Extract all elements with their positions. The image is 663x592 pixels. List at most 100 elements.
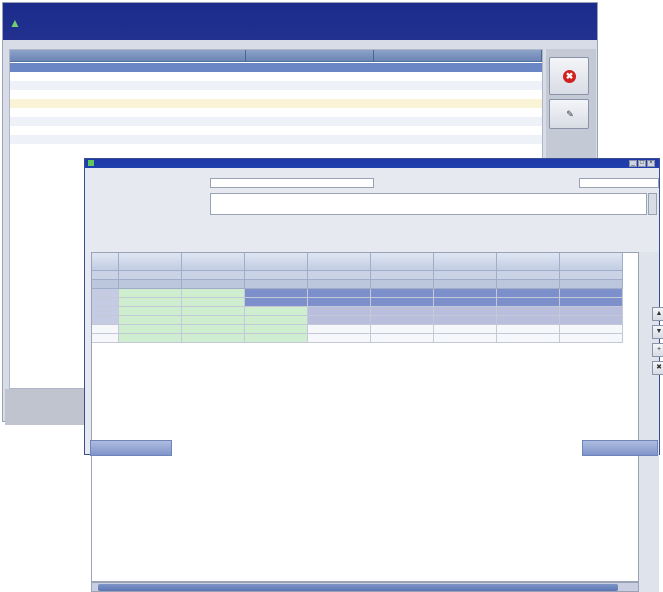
grid-cell[interactable] xyxy=(245,334,308,343)
grid-cell[interactable] xyxy=(308,334,371,343)
grid-cell[interactable] xyxy=(560,325,623,334)
grid-cell[interactable] xyxy=(308,307,371,316)
grid-cell[interactable] xyxy=(434,298,497,307)
grid-cell[interactable] xyxy=(119,325,182,334)
column-param[interactable] xyxy=(119,280,182,289)
grid-cell[interactable] xyxy=(245,289,308,298)
column-subheader[interactable] xyxy=(308,271,371,280)
column-date-header[interactable] xyxy=(246,50,374,62)
edit-button[interactable]: ✎ xyxy=(549,99,589,129)
grid-cell[interactable] xyxy=(497,307,560,316)
grid-cell[interactable] xyxy=(182,298,245,307)
grid-cell[interactable] xyxy=(308,289,371,298)
column-header[interactable] xyxy=(371,253,434,271)
column-subheader[interactable] xyxy=(92,271,119,280)
grid-cell[interactable] xyxy=(92,316,119,325)
description-scrollbar[interactable] xyxy=(648,193,657,215)
grid-cell[interactable] xyxy=(245,325,308,334)
column-subheader[interactable] xyxy=(434,271,497,280)
save-button[interactable] xyxy=(90,440,172,456)
operations-grid[interactable] xyxy=(91,252,639,582)
column-param[interactable] xyxy=(497,280,560,289)
move-down-button[interactable]: ▼ xyxy=(652,325,663,339)
delete-button[interactable]: ✖ xyxy=(549,57,589,95)
grid-cell[interactable] xyxy=(434,289,497,298)
vertical-scrollbar[interactable] xyxy=(639,252,647,592)
grid-cell[interactable] xyxy=(371,325,434,334)
grid-cell[interactable] xyxy=(182,325,245,334)
move-up-button[interactable]: ▲ xyxy=(652,307,663,321)
grid-cell[interactable] xyxy=(560,298,623,307)
grid-cell[interactable] xyxy=(560,316,623,325)
column-header[interactable] xyxy=(560,253,623,271)
column-subheader[interactable] xyxy=(371,271,434,280)
column-name-header[interactable] xyxy=(10,50,246,62)
horizontal-scrollbar[interactable] xyxy=(91,582,639,592)
name-field[interactable] xyxy=(210,178,374,188)
grid-cell[interactable] xyxy=(371,334,434,343)
scroll-thumb[interactable] xyxy=(98,584,618,591)
column-param[interactable] xyxy=(245,280,308,289)
column-subheader[interactable] xyxy=(119,271,182,280)
column-param[interactable] xyxy=(560,280,623,289)
grid-cell[interactable] xyxy=(245,298,308,307)
grid-cell[interactable] xyxy=(182,316,245,325)
grid-cell[interactable] xyxy=(434,316,497,325)
date-field[interactable] xyxy=(579,178,659,188)
grid-cell[interactable] xyxy=(182,289,245,298)
grid-cell[interactable] xyxy=(497,325,560,334)
close-button[interactable] xyxy=(582,440,658,456)
grid-cell[interactable] xyxy=(371,298,434,307)
close-window-button[interactable]: × xyxy=(647,160,655,167)
description-field[interactable] xyxy=(210,193,647,215)
grid-cell[interactable] xyxy=(560,289,623,298)
grid-cell[interactable] xyxy=(371,289,434,298)
add-row-button[interactable]: + xyxy=(652,343,663,357)
column-header[interactable] xyxy=(119,253,182,271)
column-param[interactable] xyxy=(92,280,119,289)
grid-cell[interactable] xyxy=(92,307,119,316)
list-item[interactable] xyxy=(10,108,542,117)
grid-cell[interactable] xyxy=(497,334,560,343)
column-subheader[interactable] xyxy=(497,271,560,280)
grid-cell[interactable] xyxy=(119,307,182,316)
column-header[interactable] xyxy=(497,253,560,271)
column-header[interactable] xyxy=(245,253,308,271)
grid-cell[interactable] xyxy=(497,298,560,307)
grid-cell[interactable] xyxy=(119,289,182,298)
column-param[interactable] xyxy=(308,280,371,289)
list-item[interactable] xyxy=(10,81,542,90)
grid-cell[interactable] xyxy=(497,289,560,298)
grid-cell[interactable] xyxy=(434,307,497,316)
grid-cell[interactable] xyxy=(308,298,371,307)
grid-cell[interactable] xyxy=(92,298,119,307)
list-item[interactable] xyxy=(10,90,542,99)
column-subheader[interactable] xyxy=(182,271,245,280)
column-status-header[interactable] xyxy=(374,50,542,62)
minimize-button[interactable]: _ xyxy=(629,160,637,167)
grid-cell[interactable] xyxy=(119,298,182,307)
column-subheader[interactable] xyxy=(560,271,623,280)
grid-cell[interactable] xyxy=(119,316,182,325)
grid-cell[interactable] xyxy=(560,334,623,343)
column-header[interactable] xyxy=(434,253,497,271)
grid-cell[interactable] xyxy=(560,307,623,316)
grid-cell[interactable] xyxy=(371,307,434,316)
list-item[interactable] xyxy=(10,117,542,126)
list-item[interactable] xyxy=(10,99,542,108)
grid-cell[interactable] xyxy=(308,325,371,334)
grid-cell[interactable] xyxy=(92,334,119,343)
list-item[interactable] xyxy=(10,126,542,135)
grid-cell[interactable] xyxy=(92,289,119,298)
grid-cell[interactable] xyxy=(371,316,434,325)
grid-cell[interactable] xyxy=(497,316,560,325)
list-item[interactable] xyxy=(10,63,542,72)
grid-cell[interactable] xyxy=(308,316,371,325)
grid-cell[interactable] xyxy=(245,316,308,325)
column-header[interactable] xyxy=(182,253,245,271)
delete-row-button[interactable]: ✖ xyxy=(652,361,663,375)
grid-cell[interactable] xyxy=(434,334,497,343)
grid-cell[interactable] xyxy=(245,307,308,316)
column-header[interactable] xyxy=(92,253,119,271)
column-param[interactable] xyxy=(182,280,245,289)
